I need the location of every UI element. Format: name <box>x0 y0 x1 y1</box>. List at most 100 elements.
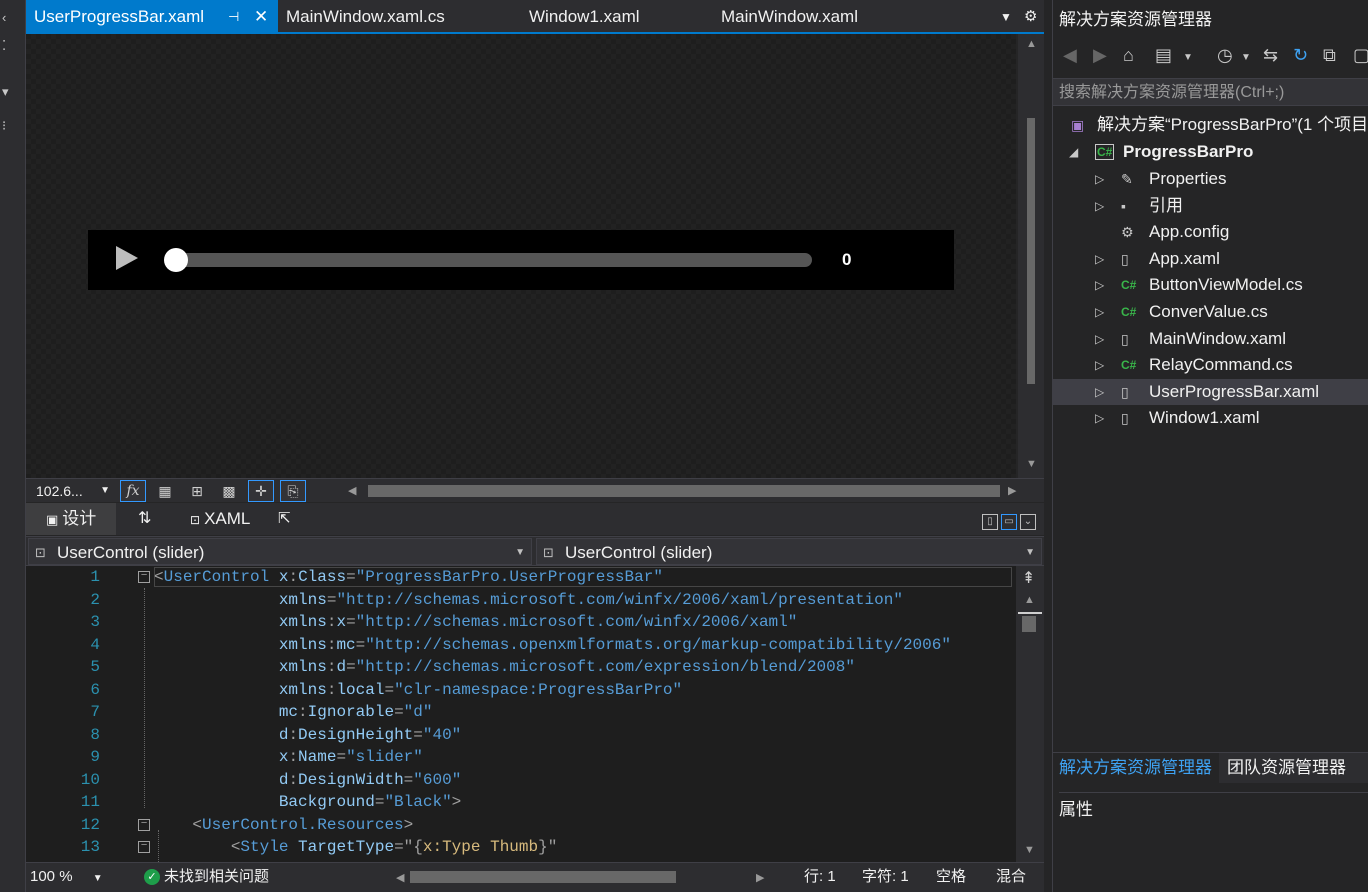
vertical-split-icon[interactable]: ▯ <box>982 514 998 530</box>
gear-icon[interactable]: ⚙ <box>1024 0 1037 34</box>
tab-xaml[interactable]: ⊡ XAML <box>190 503 270 535</box>
tab-mainwindow-xaml-cs[interactable]: MainWindow.xaml.cs <box>278 0 478 32</box>
project-code-icon[interactable]: ⎘ <box>280 480 306 502</box>
effects-icon[interactable]: fx <box>120 480 146 502</box>
tree-item[interactable]: ▷ ▯ App.xaml <box>1053 246 1368 272</box>
line-ending-indicator[interactable]: 混合 <box>996 863 1026 891</box>
show-all-files-icon[interactable]: ▢ <box>1353 45 1368 66</box>
designer-vertical-scrollbar[interactable]: ▲ ▼ <box>1018 34 1044 478</box>
split-editor-icon[interactable]: ⇞ <box>1022 568 1035 588</box>
grid-icon[interactable]: ▦ <box>152 480 178 502</box>
tree-item[interactable]: ▷ ✎ Properties <box>1053 166 1368 192</box>
tree-item[interactable]: ▷ ▯ MainWindow.xaml <box>1053 326 1368 352</box>
chevron-down-icon[interactable]: ▼ <box>1183 52 1193 63</box>
scroll-right-icon[interactable]: ▶ <box>756 871 764 884</box>
tab-mainwindow-xaml[interactable]: MainWindow.xaml <box>713 0 913 32</box>
expand-arrow-icon[interactable]: ▷ <box>1095 379 1104 405</box>
editor-horizontal-scrollbar[interactable]: ◀ ▶ <box>396 871 766 884</box>
spaces-indicator[interactable]: 空格 <box>936 863 966 891</box>
expand-arrow-icon[interactable]: ▷ <box>1095 405 1104 431</box>
switch-views-icon[interactable]: ▤ <box>1155 45 1172 66</box>
collapse-all-icon[interactable]: ⧉ <box>1323 45 1336 66</box>
scroll-right-icon[interactable]: ▶ <box>1008 484 1016 497</box>
tab-window1-xaml[interactable]: Window1.xaml <box>521 0 681 32</box>
tab-solution-explorer[interactable]: 解决方案资源管理器 <box>1053 753 1217 783</box>
tab-userprogressbar-xaml[interactable]: UserProgressBar.xaml ⊣ ✕ <box>26 0 278 32</box>
editor-zoom-dropdown[interactable]: 100 % ▼ <box>30 863 103 892</box>
fold-toggle-icon[interactable]: − <box>138 571 150 583</box>
code-line[interactable]: 2 xmlns="http://schemas.microsoft.com/wi… <box>26 589 1016 611</box>
code-line[interactable]: 13 − <Style TargetType="{x:Type Thumb}" <box>26 836 1016 858</box>
code-line[interactable]: 9 x:Name="slider" <box>26 746 1016 768</box>
expand-arrow-icon[interactable]: ▷ <box>1095 193 1104 219</box>
scroll-thumb[interactable] <box>368 485 1000 497</box>
scroll-down-icon[interactable]: ▼ <box>1024 844 1035 856</box>
code-line[interactable]: 1 − <UserControl x:Class="ProgressBarPro.U… <box>26 566 1016 588</box>
swap-panes-icon[interactable]: ⇅ <box>138 503 151 535</box>
code-line[interactable]: 5 xmlns:d="http://schemas.microsoft.com/… <box>26 656 1016 678</box>
toolbox-icon[interactable]: ⁝ <box>2 118 6 134</box>
home-icon[interactable]: ⌂ <box>1123 45 1134 66</box>
fold-toggle-icon[interactable]: − <box>138 818 150 831</box>
code-line[interactable]: 7 mc:Ignorable="d" <box>26 701 1016 723</box>
element-dropdown-right[interactable]: ⊡ UserControl (slider) ▼ <box>536 538 1042 565</box>
tree-item[interactable]: ▷ C# ButtonViewModel.cs <box>1053 272 1368 298</box>
expand-arrow-icon[interactable]: ▷ <box>1095 299 1104 325</box>
tab-overflow-icon[interactable]: ▼ <box>1000 0 1012 34</box>
back-icon[interactable]: ◀ <box>1063 45 1077 66</box>
code-line[interactable]: 4 xmlns:mc="http://schemas.openxmlformat… <box>26 634 1016 656</box>
issues-indicator[interactable]: ✓ 未找到相关问题 <box>144 863 269 891</box>
forward-icon[interactable]: ▶ <box>1093 45 1107 66</box>
sync-icon[interactable]: ⇆ <box>1263 45 1278 66</box>
chevron-left-icon[interactable]: ‹ <box>2 10 6 25</box>
designer-horizontal-scrollbar[interactable]: ◀ ▶ <box>344 479 1030 503</box>
progress-track[interactable] <box>172 253 812 267</box>
close-icon[interactable]: ✕ <box>254 0 268 34</box>
snap-grid-icon[interactable]: ⊞ <box>184 480 210 502</box>
expand-arrow-icon[interactable]: ▷ <box>1095 246 1104 272</box>
tree-solution[interactable]: ▣ 解决方案“ProgressBarPro”(1 个项目 <box>1053 112 1368 138</box>
scroll-up-icon[interactable]: ▲ <box>1026 38 1037 50</box>
editor-vertical-scrollbar[interactable]: ⇞ ▲ ▼ <box>1016 566 1044 862</box>
scroll-left-icon[interactable]: ◀ <box>396 871 404 884</box>
code-line[interactable]: 12 − <UserControl.Resources> <box>26 814 1016 836</box>
play-icon[interactable] <box>116 246 138 270</box>
tab-design[interactable]: ▣ 设计 <box>26 503 116 535</box>
tree-project[interactable]: ◢ C# ProgressBarPro <box>1053 139 1368 165</box>
expand-arrow-icon[interactable]: ▷ <box>1095 352 1104 378</box>
code-line[interactable]: 11 Background="Black"> <box>26 791 1016 813</box>
tab-team-explorer[interactable]: 团队资源管理器 <box>1219 753 1368 783</box>
user-progress-bar-preview[interactable]: 0 <box>88 230 954 290</box>
popout-icon[interactable]: ⇱ <box>278 503 291 535</box>
scroll-left-icon[interactable]: ◀ <box>348 484 356 497</box>
slider-thumb[interactable] <box>164 248 188 272</box>
tree-item[interactable]: ▷ ▪ 引用 <box>1053 193 1368 219</box>
design-surface[interactable]: 0 ▲ ▼ <box>26 34 1044 478</box>
refresh-icon[interactable]: ↻ <box>1293 45 1308 66</box>
dropdown-icon[interactable]: ▾ <box>2 84 9 100</box>
expand-arrow-icon[interactable]: ▷ <box>1095 326 1104 352</box>
tree-item[interactable]: ▷ C# ConverValue.cs <box>1053 299 1368 325</box>
xaml-code-editor[interactable]: 1− <UserControl x:Class="ProgressBarPro.U… <box>26 566 1044 862</box>
horizontal-split-icon[interactable]: ▭ <box>1001 514 1017 530</box>
scroll-thumb[interactable] <box>1022 616 1036 632</box>
code-line[interactable]: 6 xmlns:local="clr-namespace:ProgressBar… <box>26 679 1016 701</box>
checkerboard-icon[interactable]: ▩ <box>216 480 242 502</box>
tree-item[interactable]: ▷ C# RelayCommand.cs <box>1053 352 1368 378</box>
expand-arrow-icon[interactable]: ▷ <box>1095 166 1104 192</box>
tree-item[interactable]: ⚙ App.config <box>1053 219 1368 245</box>
scroll-down-icon[interactable]: ▼ <box>1026 458 1037 470</box>
pending-changes-icon[interactable]: ◷ <box>1217 45 1233 66</box>
chevron-down-icon[interactable]: ▼ <box>1241 52 1251 63</box>
fold-toggle-icon[interactable]: − <box>138 841 150 853</box>
snap-lines-icon[interactable]: ✛ <box>248 480 274 502</box>
code-line[interactable]: 3 xmlns:x="http://schemas.microsoft.com/… <box>26 611 1016 633</box>
scroll-thumb[interactable] <box>1027 118 1035 384</box>
expand-arrow-icon[interactable]: ▷ <box>1095 272 1104 298</box>
scroll-up-icon[interactable]: ▲ <box>1024 594 1035 606</box>
scroll-thumb[interactable] <box>410 871 676 883</box>
solution-search-input[interactable]: 搜索解决方案资源管理器(Ctrl+;) <box>1053 78 1368 106</box>
zoom-dropdown[interactable]: 102.6... ▼ <box>30 479 114 503</box>
collapse-arrow-icon[interactable]: ◢ <box>1069 139 1078 165</box>
collapse-pane-icon[interactable]: ⌄ <box>1020 514 1036 530</box>
